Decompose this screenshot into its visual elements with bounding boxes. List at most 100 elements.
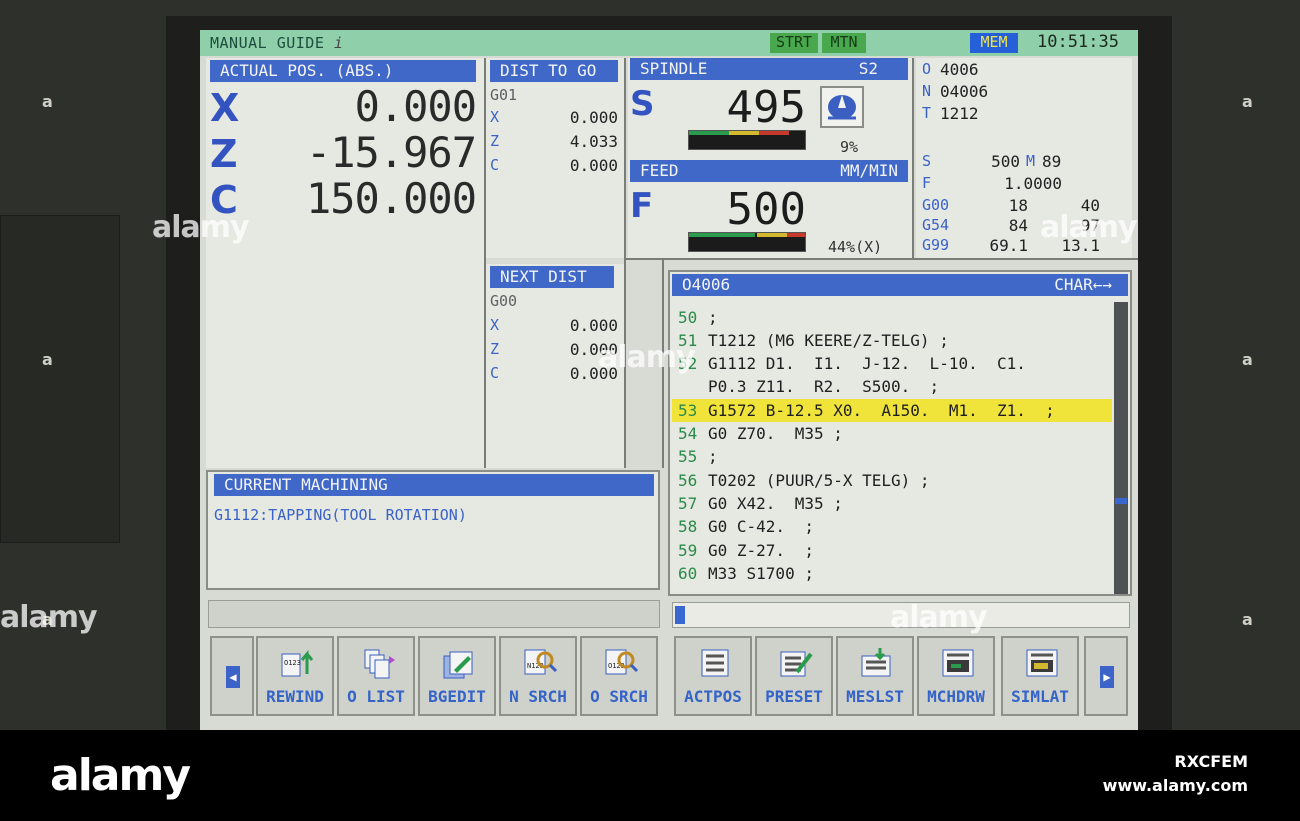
g00-label: G00 <box>922 196 950 214</box>
meslst-softkey[interactable]: MESLST <box>836 636 914 716</box>
watermark: alamy <box>1040 210 1138 245</box>
s-label: S <box>922 152 932 170</box>
scrollbar-thumb[interactable] <box>1115 498 1127 504</box>
dtg-x-label: X <box>490 108 500 126</box>
next-dist-gcode: G00 <box>490 292 518 310</box>
meslst-label: MESLST <box>846 687 904 706</box>
mchdrw-softkey[interactable]: MCHDRW <box>917 636 995 716</box>
program-line[interactable]: 54 G0 Z70. M35 ; <box>672 422 1112 445</box>
actual-pos-title: ACTUAL POS. (ABS.) <box>210 60 476 82</box>
screw-icon: a <box>42 92 53 111</box>
actpos-softkey[interactable]: ACTPOS <box>674 636 752 716</box>
rewind-softkey[interactable]: O123 REWIND <box>256 636 334 716</box>
program-line[interactable]: 56 T0202 (PUUR/5-X TELG) ; <box>672 469 1112 492</box>
input-cursor <box>675 606 685 624</box>
program-line[interactable]: 52 G1112 D1. I1. J-12. L-10. C1. <box>672 352 1112 375</box>
mchdrw-label: MCHDRW <box>927 687 985 706</box>
chevron-left-icon: ◀ <box>226 666 240 688</box>
search-icon: N123 <box>524 649 557 675</box>
program-line[interactable]: 60 M33 S1700 ; <box>672 562 1112 585</box>
program-line[interactable]: 57 G0 X42. M35 ; <box>672 492 1112 515</box>
g99-label: G99 <box>922 236 950 254</box>
program-line[interactable]: 59 G0 Z-27. ; <box>672 539 1112 562</box>
axis-z-value: -15.967 <box>305 128 477 177</box>
n-srch-softkey[interactable]: N123 N SRCH <box>499 636 577 716</box>
axis-x-value: 0.000 <box>354 82 477 131</box>
feed-rate: 500 <box>726 184 806 235</box>
softkey-prev-arrow[interactable]: ◀ <box>210 636 254 716</box>
bgedit-label: BGEDIT <box>428 687 486 706</box>
g00-a: 18 <box>1008 196 1028 215</box>
program-line[interactable]: 55; <box>672 445 1112 468</box>
spindle-load-bar <box>688 130 806 150</box>
bgedit-softkey[interactable]: BGEDIT <box>418 636 496 716</box>
site-url: www.alamy.com <box>1102 776 1248 795</box>
program-title: O4006 CHAR←→ <box>672 274 1128 296</box>
dist-to-go-gcode: G01 <box>490 86 518 104</box>
rewind-icon: O123 <box>281 649 314 677</box>
program-line[interactable]: P0.3 Z11. R2. S500. ; <box>672 375 1112 398</box>
softkey-next-arrow[interactable]: ▶ <box>1084 636 1128 716</box>
measure-list-icon <box>861 648 891 677</box>
program-list-icon <box>364 649 395 679</box>
image-id: RXCFEM <box>1174 752 1248 771</box>
spindle-rotation-icon <box>820 86 864 128</box>
simlat-label: SIMLAT <box>1011 687 1069 706</box>
n-label: N <box>922 82 932 100</box>
cnc-screen: MANUAL GUIDE i STRT MTN MEM 10:51:35 ACT… <box>200 30 1138 730</box>
program-line[interactable]: 51 T1212 (M6 KEERE/Z-TELG) ; <box>672 329 1112 352</box>
screw-icon: a <box>1242 610 1253 629</box>
nd-x-label: X <box>490 316 500 334</box>
machining-drawing-icon <box>942 649 974 677</box>
watermark: alamy <box>0 600 98 635</box>
message-line <box>208 600 660 628</box>
spindle-speed: 495 <box>726 82 806 133</box>
m-label: M <box>1026 152 1036 170</box>
program-line[interactable]: 58 G0 C-42. ; <box>672 515 1112 538</box>
screw-icon: a <box>1242 92 1253 111</box>
background-edit-icon <box>443 651 473 679</box>
simlat-softkey[interactable]: SIMLAT <box>1001 636 1079 716</box>
chevron-right-icon: ▶ <box>1100 666 1114 688</box>
n-value: 04006 <box>940 82 989 101</box>
preset-softkey[interactable]: PRESET <box>755 636 833 716</box>
svg-text:O123: O123 <box>284 659 301 667</box>
dist-to-go-title: DIST TO GO <box>490 60 618 82</box>
program-panel: O4006 CHAR←→ 50; 51 T1212 (M6 KEERE/Z-TEL… <box>668 270 1132 596</box>
program-listing[interactable]: 50; 51 T1212 (M6 KEERE/Z-TELG) ; 52 G1112 … <box>672 306 1112 596</box>
watermark: alamy <box>890 600 988 635</box>
dtg-c-value: 0.000 <box>569 156 618 175</box>
clock: 10:51:35 <box>1024 32 1132 54</box>
program-scrollbar[interactable] <box>1114 302 1128 594</box>
simulation-icon <box>1026 649 1058 677</box>
o-srch-softkey[interactable]: O123 O SRCH <box>580 636 658 716</box>
mtn-indicator: MTN <box>822 33 866 53</box>
next-dist-title: NEXT DIST <box>490 266 614 288</box>
current-machining-text: G1112:TAPPING(TOOL ROTATION) <box>214 506 467 524</box>
dtg-x-value: 0.000 <box>569 108 618 127</box>
nd-c-label: C <box>490 364 500 382</box>
axis-z-label: Z <box>210 132 238 176</box>
preset-icon <box>780 651 813 677</box>
o-srch-label: O SRCH <box>590 687 648 706</box>
spindle-title: SPINDLE S2 <box>630 58 908 80</box>
program-line-current[interactable]: 53 G1572 B-12.5 X0. A150. M1. Z1. ; <box>672 399 1112 422</box>
preset-label: PRESET <box>765 687 823 706</box>
feed-letter: F <box>630 186 654 226</box>
actpos-label: ACTPOS <box>684 687 742 706</box>
dtg-z-label: Z <box>490 132 500 150</box>
o-list-softkey[interactable]: O LIST <box>337 636 415 716</box>
g54-label: G54 <box>922 216 950 234</box>
spindle-feed-panel: SPINDLE S2 S 495 9% FEED MM/MIN F 500 44… <box>628 58 912 258</box>
t-label: T <box>922 104 932 122</box>
axis-x-label: X <box>210 86 240 130</box>
spindle-load: 9% <box>840 138 859 156</box>
dist-to-go-panel: DIST TO GO G01 X 0.000 Z 4.033 C 0.000 <box>486 58 624 258</box>
g54-a: 84 <box>1008 216 1028 235</box>
actual-pos-panel: ACTUAL POS. (ABS.) X 0.000 Z -15.967 C 1… <box>206 58 484 468</box>
feed-title: FEED MM/MIN <box>630 160 908 182</box>
program-line[interactable]: 50; <box>672 306 1112 329</box>
status-bar: MANUAL GUIDE i STRT MTN MEM 10:51:35 <box>200 30 1138 56</box>
alamy-logo: alamy <box>50 750 191 801</box>
o-list-label: O LIST <box>347 687 405 706</box>
